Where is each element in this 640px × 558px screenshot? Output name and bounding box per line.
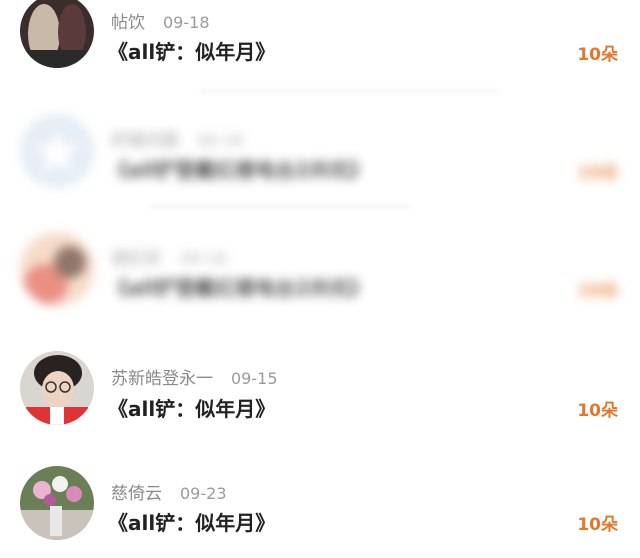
comment-date: 09-18 — [163, 13, 210, 32]
book-title[interactable]: 《all铲：似年月》 — [108, 393, 275, 422]
comment-date: 09-23 — [180, 484, 227, 503]
comment-item[interactable]: 轩辕问题 09-16 《all铲登戴红楼电台2共坑》 10朵 — [0, 100, 640, 210]
user-name[interactable]: 轩辕问题 — [111, 131, 179, 151]
gift-count: 10朵 — [577, 163, 618, 183]
avatar-image — [20, 466, 94, 540]
user-name[interactable]: 慈倚云 — [111, 484, 162, 504]
comment-meta: 帖饮 09-18 — [111, 8, 210, 33]
divider — [150, 206, 410, 208]
gift-count: 10朵 — [577, 281, 618, 301]
user-avatar[interactable] — [20, 0, 94, 68]
user-name[interactable]: 苏新皓登永一 — [111, 369, 213, 389]
user-avatar[interactable] — [20, 114, 94, 188]
comment-date: 09-16 — [180, 249, 227, 268]
comment-meta: 慈倚云 09-23 — [111, 479, 227, 504]
gift-count: 10朵 — [577, 401, 618, 421]
user-name[interactable]: 谢红彩 — [111, 249, 162, 269]
user-avatar[interactable] — [20, 232, 94, 306]
book-title[interactable]: 《all铲：似年月》 — [108, 36, 275, 65]
comment-meta: 轩辕问题 09-16 — [111, 126, 244, 151]
comment-date: 09-16 — [197, 131, 244, 150]
avatar-image — [20, 232, 94, 306]
comment-meta: 苏新皓登永一 09-15 — [111, 364, 278, 389]
book-title[interactable]: 《all铲：似年月》 — [108, 507, 275, 536]
comment-item[interactable]: 谢红彩 09-16 《all铲登戴红楼电台2共坑》 10朵 — [0, 210, 640, 330]
book-title[interactable]: 《all铲登戴红楼电台2共坑》 — [108, 272, 369, 301]
book-title[interactable]: 《all铲登戴红楼电台2共坑》 — [108, 154, 369, 183]
comment-item[interactable]: 苏新皓登永一 09-15 《all铲：似年月》 10朵 — [0, 340, 640, 450]
avatar-image — [20, 351, 94, 425]
user-name[interactable]: 帖饮 — [111, 13, 145, 33]
user-avatar[interactable] — [20, 466, 94, 540]
gift-count: 10朵 — [577, 515, 618, 535]
comment-item[interactable]: 慈倚云 09-23 《all铲：似年月》 10朵 — [0, 455, 640, 558]
divider — [200, 90, 500, 92]
avatar-image — [20, 114, 94, 188]
comment-meta: 谢红彩 09-16 — [111, 244, 227, 269]
gift-count: 10朵 — [577, 45, 618, 65]
avatar-image — [20, 0, 94, 68]
comment-date: 09-15 — [231, 369, 278, 388]
user-avatar[interactable] — [20, 351, 94, 425]
comment-item[interactable]: 帖饮 09-18 《all铲：似年月》 10朵 — [0, 0, 640, 100]
